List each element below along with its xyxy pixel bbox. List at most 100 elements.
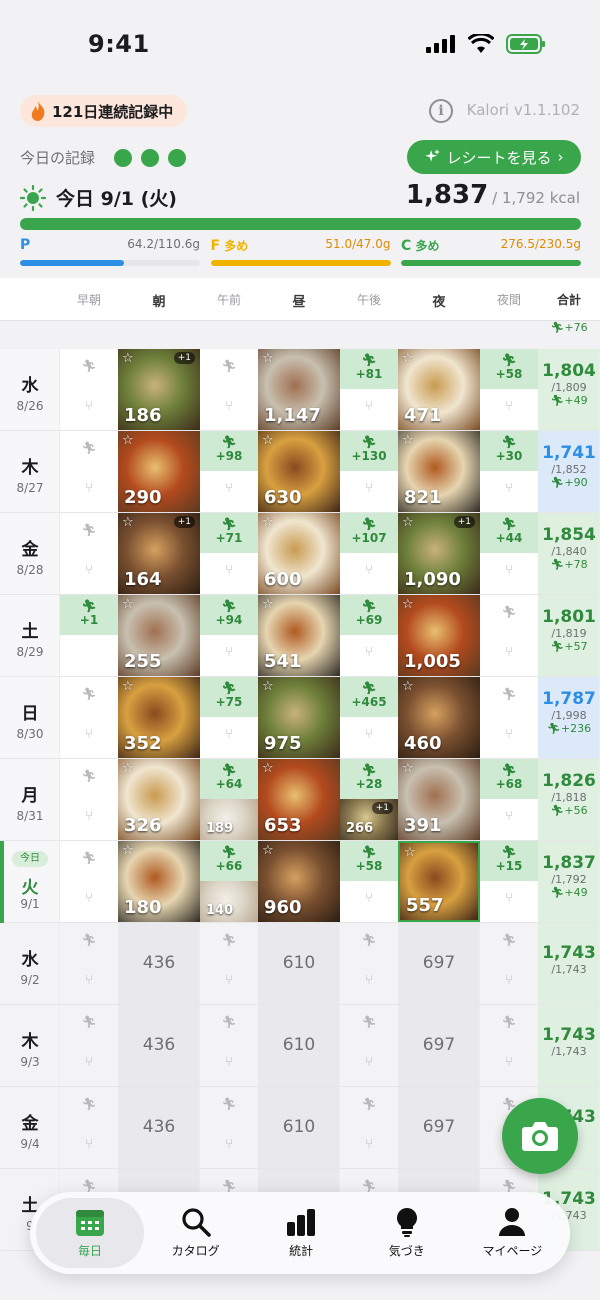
star-icon[interactable]: ☆ [402, 433, 414, 448]
runner-icon[interactable]: 🏃︎ [489, 933, 529, 947]
exercise-cell[interactable]: 🏃︎ +75 [200, 677, 258, 717]
utensils-icon[interactable]: ⑂ [69, 481, 109, 496]
star-icon[interactable]: ☆ [262, 597, 274, 612]
dinner-photo[interactable]: ☆ 557 [398, 841, 480, 922]
utensils-icon[interactable]: ⑂ [349, 645, 389, 660]
lunch-photo[interactable]: ☆ 541 [258, 595, 340, 676]
runner-icon[interactable]: 🏃︎ [69, 1015, 109, 1029]
exercise-cell[interactable]: 🏃︎ +28 [340, 759, 398, 799]
lunch-photo[interactable]: ☆ 630 [258, 431, 340, 512]
exercise-cell[interactable]: 🏃︎ +94 [200, 595, 258, 635]
runner-icon[interactable]: 🏃︎ [69, 1179, 109, 1193]
dinner-photo[interactable]: ☆ 471 [398, 349, 480, 430]
runner-icon[interactable]: 🏃︎ [489, 687, 529, 701]
planned-kcal[interactable]: 610 [258, 953, 340, 973]
utensils-icon[interactable]: ⑂ [489, 399, 529, 414]
star-icon[interactable]: ☆ [262, 679, 274, 694]
exercise-cell[interactable]: 🏃︎ +69 [340, 595, 398, 635]
exercise-cell[interactable]: 🏃︎ +68 [480, 759, 538, 799]
utensils-icon[interactable]: ⑂ [209, 727, 249, 742]
exercise-cell[interactable]: 🏃︎ +71 [200, 513, 258, 553]
utensils-icon[interactable]: ⑂ [69, 891, 109, 906]
tab-person[interactable]: マイページ [458, 1198, 566, 1268]
breakfast-photo[interactable]: ☆ 352 [118, 677, 200, 758]
utensils-icon[interactable]: ⑂ [349, 973, 389, 988]
runner-icon[interactable]: 🏃︎ [69, 851, 109, 865]
utensils-icon[interactable]: ⑂ [209, 481, 249, 496]
runner-icon[interactable]: 🏃︎ [209, 933, 249, 947]
exercise-cell[interactable]: 🏃︎ +58 [480, 349, 538, 389]
utensils-icon[interactable]: ⑂ [489, 563, 529, 578]
utensils-icon[interactable]: ⑂ [69, 399, 109, 414]
exercise-cell[interactable]: 🏃︎ +107 [340, 513, 398, 553]
utensils-icon[interactable]: ⑂ [489, 1055, 529, 1070]
tab-lightbulb[interactable]: 気づき [353, 1198, 461, 1268]
star-icon[interactable]: ☆ [122, 597, 134, 612]
utensils-icon[interactable]: ⑂ [489, 809, 529, 824]
runner-icon[interactable]: 🏃︎ [209, 359, 249, 373]
runner-icon[interactable]: 🏃︎ [69, 933, 109, 947]
planned-kcal[interactable]: 436 [118, 1035, 200, 1055]
star-icon[interactable]: ☆ [262, 433, 274, 448]
utensils-icon[interactable]: ⑂ [349, 399, 389, 414]
runner-icon[interactable]: 🏃︎ [489, 1015, 529, 1029]
utensils-icon[interactable]: ⑂ [349, 563, 389, 578]
utensils-icon[interactable]: ⑂ [489, 481, 529, 496]
utensils-icon[interactable]: ⑂ [349, 1137, 389, 1152]
star-icon[interactable]: ☆ [122, 843, 134, 858]
utensils-icon[interactable]: ⑂ [69, 1055, 109, 1070]
exercise-cell[interactable]: 🏃︎ +58 [340, 841, 398, 881]
utensils-icon[interactable]: ⑂ [69, 1137, 109, 1152]
star-icon[interactable]: ☆ [122, 761, 134, 776]
runner-icon[interactable]: 🏃︎ [349, 1097, 389, 1111]
tab-bar-chart[interactable]: 統計 [247, 1198, 355, 1268]
breakfast-photo[interactable]: ☆ 290 [118, 431, 200, 512]
star-icon[interactable]: ☆ [402, 679, 414, 694]
lunch-photo[interactable]: ☆ 653 [258, 759, 340, 840]
lunch-photo[interactable]: ☆ 1,147 [258, 349, 340, 430]
exercise-cell[interactable]: 🏃︎ +64 [200, 759, 258, 799]
runner-icon[interactable]: 🏃︎ [209, 1097, 249, 1111]
dinner-photo[interactable]: ☆ 821 [398, 431, 480, 512]
lunch-photo[interactable]: ☆ 600 [258, 513, 340, 594]
star-icon[interactable]: ☆ [122, 351, 134, 366]
exercise-cell[interactable]: 🏃︎ +15 [480, 841, 538, 881]
planned-kcal[interactable]: 436 [118, 953, 200, 973]
planned-kcal[interactable]: 610 [258, 1035, 340, 1055]
runner-icon[interactable]: 🏃︎ [69, 1097, 109, 1111]
utensils-icon[interactable]: ⑂ [209, 399, 249, 414]
star-icon[interactable]: ☆ [404, 845, 416, 860]
star-icon[interactable]: ☆ [402, 515, 414, 530]
tab-search[interactable]: カタログ [142, 1198, 250, 1268]
tab-calendar[interactable]: 毎日 [36, 1198, 144, 1268]
snack-photo[interactable]: +1 266 [340, 799, 398, 840]
utensils-icon[interactable]: ⑂ [209, 1055, 249, 1070]
exercise-cell[interactable]: 🏃︎ +30 [480, 431, 538, 471]
planned-kcal[interactable]: 610 [258, 1117, 340, 1137]
utensils-icon[interactable]: ⑂ [69, 563, 109, 578]
runner-icon[interactable]: 🏃︎ [489, 1179, 529, 1193]
utensils-icon[interactable]: ⑂ [349, 727, 389, 742]
runner-icon[interactable]: 🏃︎ [349, 1015, 389, 1029]
dinner-photo[interactable]: ☆ 391 [398, 759, 480, 840]
star-icon[interactable]: ☆ [262, 843, 274, 858]
star-icon[interactable]: ☆ [262, 351, 274, 366]
breakfast-photo[interactable]: ☆ 180 [118, 841, 200, 922]
star-icon[interactable]: ☆ [262, 515, 274, 530]
exercise-cell[interactable]: 🏃︎ +98 [200, 431, 258, 471]
snack-photo[interactable]: 189 [200, 799, 258, 840]
breakfast-photo[interactable]: ☆ +1 164 [118, 513, 200, 594]
exercise-cell[interactable]: 🏃︎ +81 [340, 349, 398, 389]
utensils-icon[interactable]: ⑂ [349, 891, 389, 906]
runner-icon[interactable]: 🏃︎ [209, 1015, 249, 1029]
utensils-icon[interactable]: ⑂ [69, 973, 109, 988]
runner-icon[interactable]: 🏃︎ [209, 1179, 249, 1193]
dinner-photo[interactable]: ☆ 460 [398, 677, 480, 758]
runner-icon[interactable]: 🏃︎ [69, 441, 109, 455]
star-icon[interactable]: ☆ [122, 433, 134, 448]
runner-icon[interactable]: 🏃︎ [69, 687, 109, 701]
exercise-cell[interactable]: 🏃︎ +66 [200, 841, 258, 881]
utensils-icon[interactable]: ⑂ [209, 645, 249, 660]
exercise-cell[interactable]: 🏃︎ +1 [60, 595, 118, 635]
info-icon[interactable]: i [429, 99, 453, 123]
